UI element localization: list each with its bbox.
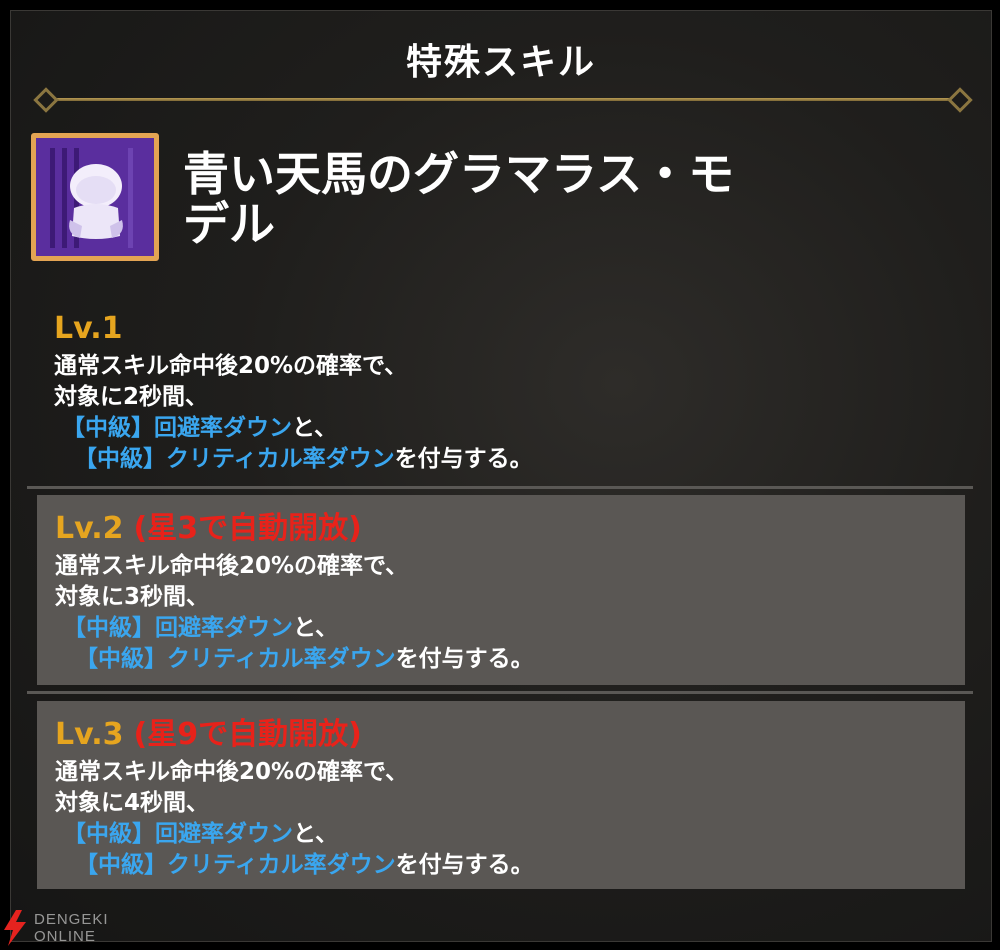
desc-text: を付与する。 (394, 446, 533, 472)
unlock-condition: (星9で自動開放) (133, 717, 362, 752)
level-2-description: 通常スキル命中後20%の確率で、 対象に3秒間、 【中級】回避率ダウンと、 【中… (55, 551, 534, 675)
desc-text: を付与する。 (395, 852, 534, 878)
effect-tag: 【中級】クリティカル率ダウン (74, 446, 395, 472)
purple-avatar-icon (31, 133, 159, 261)
desc-text: を付与する。 (395, 646, 534, 672)
desc-line: 【中級】回避率ダウンと、 (54, 413, 973, 444)
lightning-bolt-icon (4, 910, 26, 946)
level-2-section: Lv.2 (星3で自動開放) 通常スキル命中後20%の確率で、 対象に3秒間、 【… (37, 495, 965, 685)
watermark: DENGEKI ONLINE (2, 910, 132, 948)
level-label: Lv.1 (54, 311, 123, 346)
desc-line: 対象に4秒間、 (55, 790, 210, 816)
level-separator (27, 691, 973, 694)
effect-tag: 【中級】クリティカル率ダウン (75, 646, 396, 672)
effect-tag: 【中級】回避率ダウン (62, 415, 292, 441)
title-divider (33, 87, 973, 113)
desc-line: 【中級】クリティカル率ダウンを付与する。 (55, 644, 534, 675)
level-3-header: Lv.3 (星9で自動開放) (55, 713, 534, 757)
watermark-line2: ONLINE (34, 928, 96, 945)
level-label: Lv.3 (55, 717, 124, 752)
desc-line: 対象に3秒間、 (55, 584, 210, 610)
effect-tag: 【中級】クリティカル率ダウン (75, 852, 396, 878)
desc-line: 通常スキル命中後20%の確率で、 (55, 553, 409, 579)
divider-diamond-icon (33, 87, 59, 113)
level-1-header: Lv.1 (54, 307, 973, 351)
desc-text: と、 (293, 821, 339, 847)
desc-line: 【中級】クリティカル率ダウンを付与する。 (55, 850, 534, 881)
watermark-text: DENGEKI ONLINE (34, 911, 109, 945)
level-3-description: 通常スキル命中後20%の確率で、 対象に4秒間、 【中級】回避率ダウンと、 【中… (55, 757, 534, 881)
watermark-line1: DENGEKI (34, 911, 109, 928)
skill-name: 青い天馬のグラマラス・モ デル (183, 149, 823, 249)
divider-diamond-icon (947, 87, 973, 113)
desc-line: 【中級】回避率ダウンと、 (55, 819, 534, 850)
desc-line: 【中級】クリティカル率ダウンを付与する。 (54, 444, 973, 475)
level-separator (27, 486, 973, 489)
level-1-description: 通常スキル命中後20%の確率で、 対象に2秒間、 【中級】回避率ダウンと、 【中… (54, 351, 973, 475)
panel-title: 特殊スキル (405, 42, 596, 83)
desc-text: と、 (292, 415, 338, 441)
desc-line: 通常スキル命中後20%の確率で、 (54, 353, 408, 379)
effect-tag: 【中級】回避率ダウン (63, 615, 293, 641)
skill-name-line2: デル (183, 197, 275, 251)
desc-text: と、 (293, 615, 339, 641)
unlock-condition: (星3で自動開放) (133, 511, 362, 546)
level-3-section: Lv.3 (星9で自動開放) 通常スキル命中後20%の確率で、 対象に4秒間、 【… (37, 701, 965, 889)
desc-line: 対象に2秒間、 (54, 384, 209, 410)
desc-line: 【中級】回避率ダウンと、 (55, 613, 534, 644)
skill-panel: 特殊スキル 青い天馬のグラマラス・モ デル Lv.1 通常スキル命中後20%の確… (10, 10, 992, 942)
level-label: Lv.2 (55, 511, 124, 546)
effect-tag: 【中級】回避率ダウン (63, 821, 293, 847)
skill-name-line1: 青い天馬のグラマラス・モ (183, 147, 735, 201)
desc-line: 通常スキル命中後20%の確率で、 (55, 759, 409, 785)
level-2-header: Lv.2 (星3で自動開放) (55, 507, 534, 551)
level-1-section: Lv.1 通常スキル命中後20%の確率で、 対象に2秒間、 【中級】回避率ダウン… (37, 307, 973, 475)
